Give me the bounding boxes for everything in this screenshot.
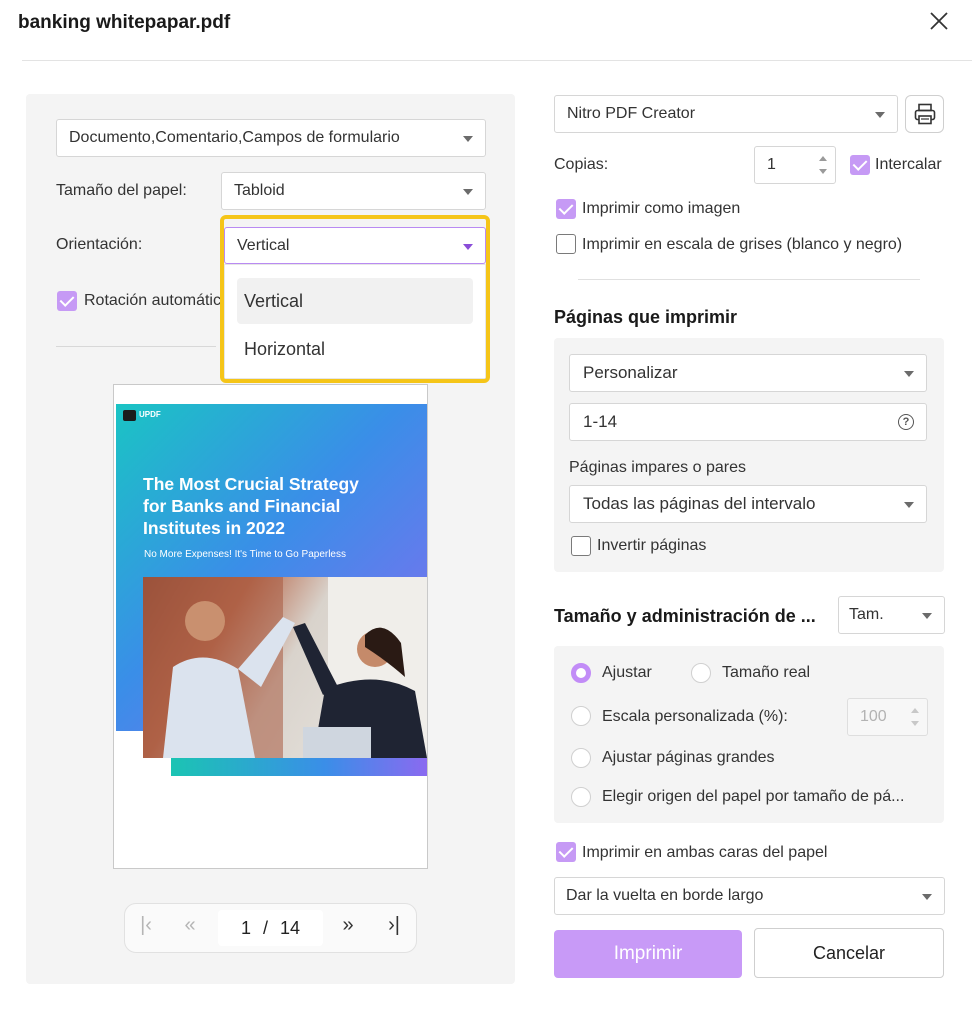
last-page-icon[interactable]: ›|	[380, 914, 408, 937]
print-as-image-checkbox[interactable]	[556, 199, 576, 219]
page-range-value: 1-14	[583, 412, 618, 431]
size-section-title: Tamaño y administración de ...	[554, 606, 816, 626]
header-divider	[22, 60, 972, 61]
odd-even-label: Páginas impares o pares	[569, 459, 746, 476]
auto-rotate-checkbox[interactable]	[57, 291, 77, 311]
custom-scale-stepper[interactable]: 100	[847, 698, 928, 736]
actual-size-radio[interactable]	[691, 663, 711, 683]
pages-mode-value: Personalizar	[583, 363, 678, 382]
custom-scale-label: Escala personalizada (%):	[602, 708, 788, 725]
print-as-image-label: Imprimir como imagen	[582, 200, 741, 217]
focus-highlight	[220, 215, 490, 383]
printer-properties-button[interactable]	[905, 95, 944, 133]
paper-size-label: Tamaño del papel:	[56, 182, 187, 199]
close-icon[interactable]	[928, 10, 950, 32]
first-page-icon[interactable]: |‹	[132, 914, 160, 937]
chevron-down-icon	[463, 136, 473, 142]
duplex-mode-select[interactable]: Dar la vuelta en borde largo	[554, 877, 945, 915]
chevron-down-icon	[922, 894, 932, 900]
current-page: 1	[240, 917, 251, 938]
left-divider	[56, 346, 216, 347]
pages-mode-select[interactable]: Personalizar	[569, 354, 927, 392]
pages-section-title: Páginas que imprimir	[554, 307, 738, 327]
chevron-down-icon	[922, 613, 932, 619]
stepper-up-icon[interactable]	[911, 708, 919, 713]
print-button[interactable]: Imprimir	[554, 930, 742, 978]
actual-size-label: Tamaño real	[722, 664, 811, 681]
chevron-down-icon	[875, 112, 885, 118]
cover-photo	[143, 577, 427, 758]
reverse-pages-checkbox[interactable]	[571, 536, 591, 556]
duplex-checkbox[interactable]	[556, 842, 576, 862]
chevron-down-icon	[904, 502, 914, 508]
copies-stepper[interactable]: 1	[754, 146, 836, 184]
paper-size-value: Tabloid	[234, 182, 285, 199]
fit-radio[interactable]	[571, 663, 591, 683]
chevron-down-icon	[904, 371, 914, 377]
auto-rotate-label: Rotación automátic	[84, 292, 220, 309]
printer-select[interactable]: Nitro PDF Creator	[554, 95, 898, 133]
total-pages: 14	[280, 917, 301, 938]
fit-label: Ajustar	[602, 664, 652, 681]
orientation-label: Orientación:	[56, 236, 143, 253]
next-page-icon[interactable]: »	[334, 914, 362, 937]
page-number-display[interactable]: 1 / 14	[218, 910, 323, 946]
page-range-input[interactable]: 1-14 ?	[569, 403, 927, 441]
size-mode-select[interactable]: Tam.	[838, 596, 945, 634]
prev-page-icon[interactable]: «	[176, 914, 204, 937]
dialog-title: banking whitepapar.pdf	[18, 12, 231, 33]
copies-label: Copias:	[554, 156, 609, 173]
stepper-down-icon[interactable]	[911, 721, 919, 726]
reverse-pages-label: Invertir páginas	[597, 537, 707, 554]
content-select[interactable]: Documento,Comentario,Campos de formulari…	[56, 119, 486, 157]
duplex-label: Imprimir en ambas caras del papel	[582, 844, 828, 861]
cancel-button[interactable]: Cancelar	[754, 928, 944, 978]
custom-scale-radio[interactable]	[571, 706, 591, 726]
right-divider	[578, 279, 920, 280]
paper-source-radio[interactable]	[571, 787, 591, 807]
cover-headline: The Most Crucial Strategy for Banks and …	[143, 474, 359, 538]
cover-brand: UPDF	[139, 410, 161, 419]
help-icon[interactable]: ?	[898, 414, 914, 430]
stepper-up-icon[interactable]	[819, 156, 827, 161]
collate-checkbox[interactable]	[850, 155, 870, 175]
printer-icon	[914, 103, 935, 125]
grayscale-label: Imprimir en escala de grises (blanco y n…	[582, 236, 903, 253]
page-separator: /	[262, 917, 268, 938]
custom-scale-value: 100	[860, 708, 887, 725]
paper-size-select[interactable]: Tabloid	[221, 172, 486, 210]
updf-logo-icon	[123, 410, 136, 421]
collate-label: Intercalar	[875, 156, 942, 173]
size-mode-value: Tam.	[849, 606, 884, 623]
paper-source-label: Elegir origen del papel por tamaño de pá…	[602, 788, 905, 805]
chevron-down-icon	[463, 189, 473, 195]
cover-tagline: No More Expenses! It's Time to Go Paperl…	[144, 549, 346, 560]
printer-value: Nitro PDF Creator	[567, 105, 696, 122]
cover-bottom-band	[171, 756, 427, 776]
grayscale-checkbox[interactable]	[556, 234, 576, 254]
duplex-mode-value: Dar la vuelta en borde largo	[566, 887, 764, 904]
stepper-down-icon[interactable]	[819, 169, 827, 174]
odd-even-select[interactable]: Todas las páginas del intervalo	[569, 485, 927, 523]
copies-value: 1	[767, 156, 776, 173]
odd-even-value: Todas las páginas del intervalo	[583, 494, 816, 513]
fit-large-label: Ajustar páginas grandes	[602, 749, 775, 766]
fit-large-radio[interactable]	[571, 748, 591, 768]
content-select-value: Documento,Comentario,Campos de formulari…	[69, 129, 400, 146]
